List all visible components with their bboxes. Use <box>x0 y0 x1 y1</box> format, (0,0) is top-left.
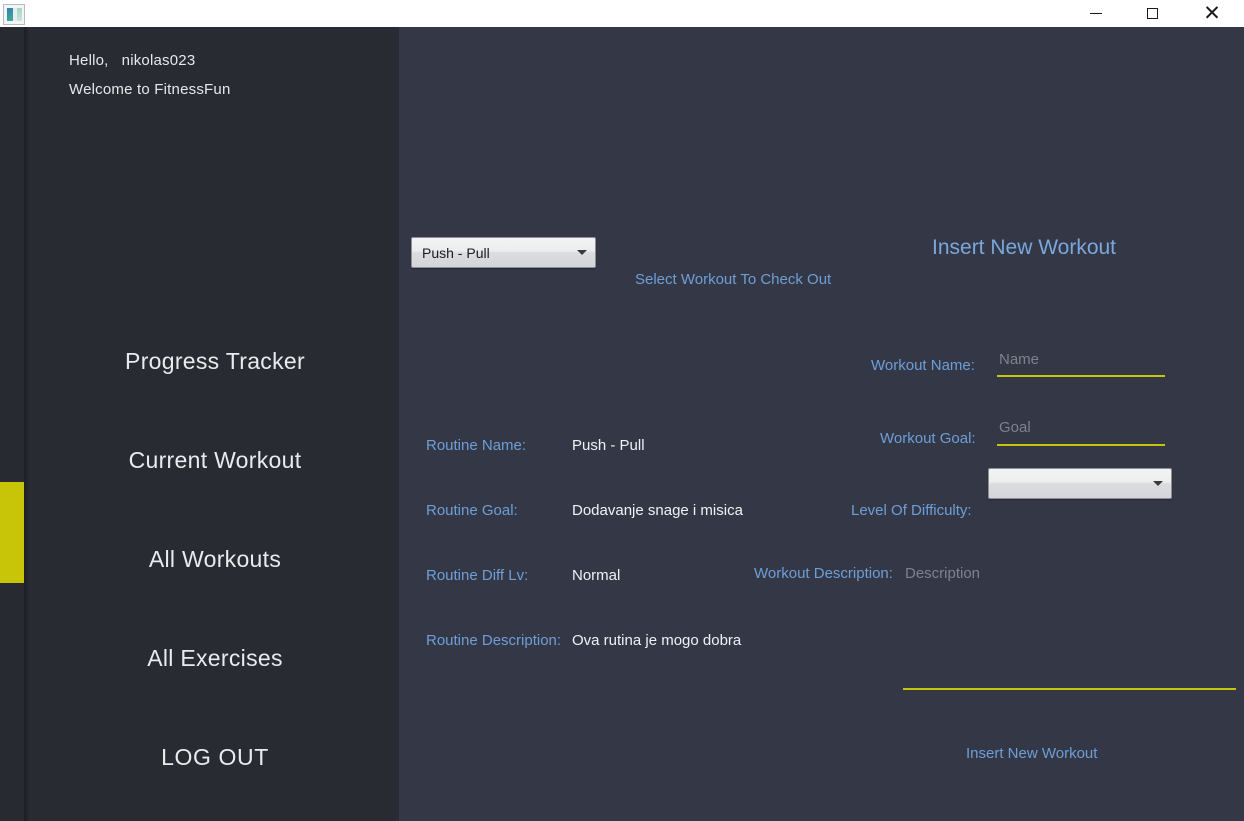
sidebar-item-all-workouts[interactable]: All Workouts <box>31 510 399 609</box>
workout-description-label: Workout Description: <box>754 565 893 582</box>
routine-description-value: Ova rutina je mogo dobra <box>572 632 742 649</box>
level-of-difficulty-label: Level Of Difficulty: <box>851 502 972 519</box>
routine-name-label: Routine Name: <box>426 437 527 454</box>
workout-description-underline <box>903 688 1236 690</box>
chevron-down-icon <box>1145 481 1171 486</box>
insert-new-workout-button[interactable]: Insert New Workout <box>966 745 1097 762</box>
workout-name-underline <box>997 375 1165 377</box>
minimize-button[interactable] <box>1068 0 1124 27</box>
app-window: ✕ Hello, nikolas023 Welcome to FitnessFu… <box>0 0 1244 821</box>
sidebar-item-all-exercises[interactable]: All Exercises <box>31 609 399 708</box>
greeting-user: Hello, nikolas023 <box>69 52 196 69</box>
app-logo-icon <box>3 3 25 25</box>
sidebar-item-label: Current Workout <box>128 447 302 473</box>
sidebar-item-log-out[interactable]: LOG OUT <box>31 708 399 807</box>
workout-description-input[interactable]: Description <box>905 565 980 582</box>
window-controls: ✕ <box>1068 0 1244 27</box>
greeting-block: Hello, nikolas023 Welcome to FitnessFun <box>69 52 230 110</box>
workout-goal-underline <box>997 444 1165 446</box>
sidebar-item-progress-tracker[interactable]: Progress Tracker <box>31 312 399 411</box>
title-bar: ✕ <box>0 0 1244 27</box>
workout-name-input[interactable]: Name <box>999 351 1039 368</box>
window-body: Hello, nikolas023 Welcome to FitnessFun … <box>0 27 1244 821</box>
maximize-icon <box>1146 8 1158 19</box>
sidebar-item-label: All Exercises <box>147 645 283 671</box>
maximize-button[interactable] <box>1124 0 1180 27</box>
workout-goal-label: Workout Goal: <box>880 430 976 447</box>
main-content: Push - Pull Select Workout To Check Out … <box>399 27 1244 821</box>
workout-select-value: Push - Pull <box>422 244 490 261</box>
rail-divider <box>24 27 31 821</box>
routine-name-value: Push - Pull <box>572 437 645 454</box>
sidebar-nav: Progress Tracker Current Workout All Wor… <box>31 312 399 807</box>
workout-goal-input[interactable]: Goal <box>999 419 1031 436</box>
sidebar-item-label: LOG OUT <box>161 744 269 770</box>
greeting-welcome: Welcome to FitnessFun <box>69 81 231 98</box>
close-button[interactable]: ✕ <box>1180 0 1244 27</box>
routine-difficulty-value: Normal <box>572 567 621 584</box>
routine-description-label: Routine Description: <box>426 632 562 649</box>
sidebar-item-label: Progress Tracker <box>125 348 305 374</box>
routine-difficulty-label: Routine Diff Lv: <box>426 567 529 584</box>
workout-select-dropdown[interactable]: Push - Pull <box>411 237 596 268</box>
routine-goal-label: Routine Goal: <box>426 502 518 519</box>
level-of-difficulty-dropdown[interactable] <box>988 468 1172 499</box>
accent-rail <box>0 27 24 821</box>
active-nav-indicator <box>0 482 24 583</box>
routine-goal-value: Dodavanje snage i misica <box>572 502 743 519</box>
sidebar: Hello, nikolas023 Welcome to FitnessFun … <box>31 27 399 821</box>
sidebar-item-label: All Workouts <box>148 546 282 572</box>
select-workout-caption: Select Workout To Check Out <box>635 271 832 288</box>
minimize-icon <box>1090 13 1102 14</box>
close-icon: ✕ <box>1203 2 1221 25</box>
workout-name-label: Workout Name: <box>871 357 975 374</box>
insert-new-workout-title: Insert New Workout <box>932 236 1117 259</box>
sidebar-item-current-workout[interactable]: Current Workout <box>31 411 399 510</box>
chevron-down-icon <box>569 250 595 255</box>
